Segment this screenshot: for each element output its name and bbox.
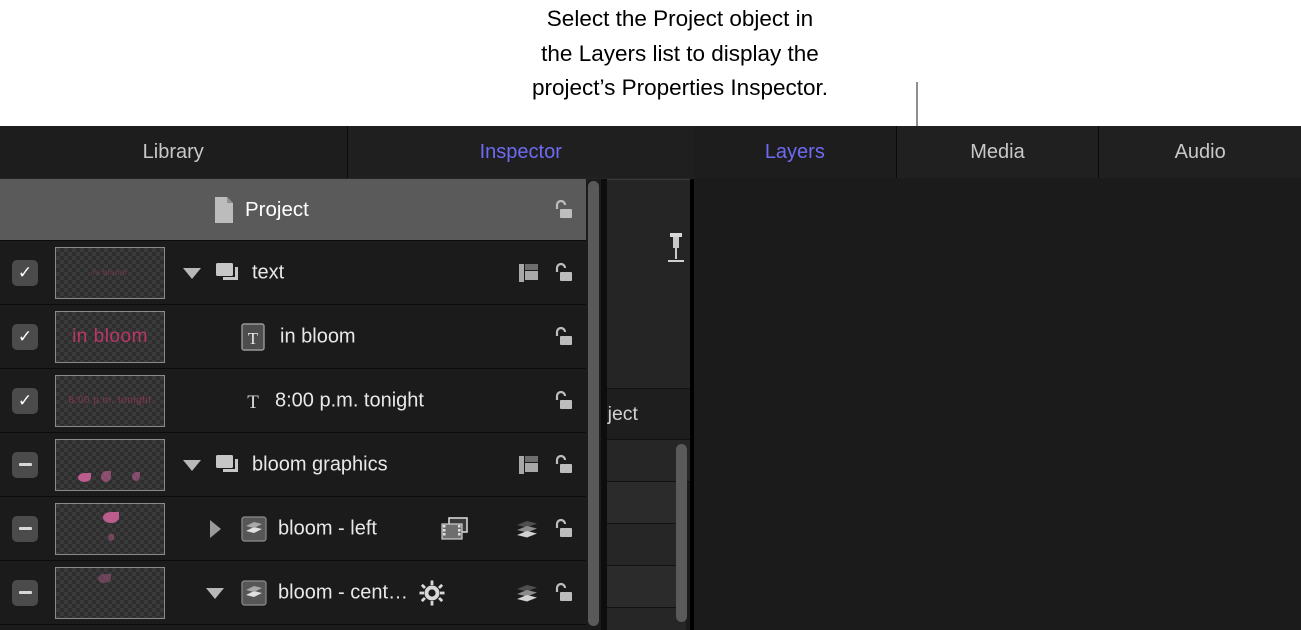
group-icon	[216, 453, 242, 477]
group-mask-icon[interactable]	[518, 454, 540, 476]
row-right-icons	[518, 453, 574, 477]
layer-row-project[interactable]: Project	[0, 179, 586, 241]
caption-area: Select the Project object in the Layers …	[0, 0, 1301, 202]
caption-text: Select the Project object in the Layers …	[532, 6, 828, 100]
thumbnail-text: 8:00 p.m. tonight	[68, 395, 152, 406]
layer-enable-checkbox[interactable]: ✓	[12, 387, 38, 414]
unlocked-padlock-icon[interactable]	[550, 453, 574, 477]
layers-scrollbar[interactable]	[586, 179, 601, 630]
row-right-icons	[518, 261, 574, 285]
layer-label: bloom - cent…	[278, 581, 409, 603]
unlocked-padlock-icon[interactable]	[550, 198, 574, 222]
layer-label: bloom graphics	[252, 453, 388, 475]
disclosure-triangle[interactable]	[183, 268, 201, 279]
disclosure-triangle[interactable]	[183, 460, 201, 471]
unlocked-padlock-icon[interactable]	[550, 517, 574, 541]
thumbnail-text: in bloom	[72, 325, 148, 347]
disclosure-triangle[interactable]	[210, 520, 221, 538]
layer-thumbnail: 8:00 p.m. tonight	[55, 374, 165, 427]
group-icon	[216, 261, 242, 285]
layer-thumbnail	[55, 438, 165, 491]
gear-icon[interactable]	[418, 579, 446, 607]
layers-panel	[694, 126, 1301, 630]
layer-enable-checkbox[interactable]: ✓	[12, 259, 38, 286]
layer-enable-checkbox[interactable]	[12, 579, 38, 606]
layer-label: bloom - left	[278, 517, 377, 539]
film-clip-icon[interactable]	[440, 515, 470, 543]
row-right-icons	[550, 325, 574, 349]
document-icon	[213, 196, 235, 224]
text-icon: T	[242, 388, 264, 414]
layer-label: 8:00 p.m. tonight	[275, 389, 424, 411]
scrollbar-thumb[interactable]	[588, 181, 599, 626]
scrollbar-thumb[interactable]	[676, 444, 687, 622]
layer-row-bloom-center[interactable]: bloom - cent…	[0, 561, 586, 625]
layer-label: in bloom	[280, 325, 356, 347]
unlocked-padlock-icon[interactable]	[550, 261, 574, 285]
row-right-icons	[550, 389, 574, 413]
layers-list: Project ✓ in bloom text ✓ in bloom T in …	[0, 179, 586, 630]
tab-inspector[interactable]: Inspector	[347, 126, 694, 178]
layer-enable-checkbox[interactable]	[12, 515, 38, 542]
replicator-boxed-icon	[240, 579, 268, 607]
unlocked-padlock-icon[interactable]	[550, 389, 574, 413]
row-right-icons	[514, 517, 574, 541]
disclosure-triangle[interactable]	[206, 588, 224, 599]
layer-thumbnail: in bloom	[55, 310, 165, 363]
layers-tab-bar: Layers Media Audio	[694, 126, 1301, 178]
layer-thumbnail: in bloom	[55, 246, 165, 299]
layer-enable-checkbox[interactable]	[12, 451, 38, 478]
layer-row-bloom-left[interactable]: bloom - left	[0, 497, 586, 561]
unlocked-padlock-icon[interactable]	[550, 325, 574, 349]
tab-audio[interactable]: Audio	[1099, 126, 1301, 178]
layers-stack-icon[interactable]	[514, 582, 540, 604]
layer-enable-checkbox[interactable]: ✓	[12, 323, 38, 350]
text-boxed-icon: T	[240, 322, 266, 351]
layer-row-text[interactable]: ✓ in bloom text	[0, 241, 586, 305]
tab-media[interactable]: Media	[896, 126, 1100, 178]
layers-stack-icon[interactable]	[514, 518, 540, 540]
layer-row-in-bloom[interactable]: ✓ in bloom T in bloom	[0, 305, 586, 369]
panel-divider	[690, 179, 694, 630]
unlocked-padlock-icon[interactable]	[550, 581, 574, 605]
group-mask-icon[interactable]	[518, 262, 540, 284]
svg-text:T: T	[248, 329, 259, 348]
properties-scrollbar[interactable]	[675, 444, 688, 624]
layer-thumbnail	[55, 566, 165, 619]
svg-text:T: T	[247, 392, 259, 413]
tab-library[interactable]: Library	[0, 126, 348, 178]
layers-right-edge	[601, 179, 607, 630]
inspector-tab-bar: Library Inspector	[0, 126, 694, 178]
app-window: Library Inspector Layers Media Audio Not…	[0, 126, 1301, 630]
thumbnail-text: in bloom	[92, 268, 128, 277]
layer-row-bloom-graphics[interactable]: bloom graphics	[0, 433, 586, 497]
tab-layers[interactable]: Layers	[694, 126, 897, 178]
screenshot-root: Select the Project object in the Layers …	[0, 0, 1301, 630]
layer-label: Project	[245, 197, 309, 221]
layer-row-tonight[interactable]: ✓ 8:00 p.m. tonight T 8:00 p.m. tonight	[0, 369, 586, 433]
layer-label: text	[252, 261, 285, 283]
pin-icon[interactable]	[666, 232, 686, 266]
row-right-icons	[550, 198, 574, 222]
layer-thumbnail	[55, 502, 165, 555]
row-right-icons	[514, 581, 574, 605]
replicator-boxed-icon	[240, 515, 268, 543]
